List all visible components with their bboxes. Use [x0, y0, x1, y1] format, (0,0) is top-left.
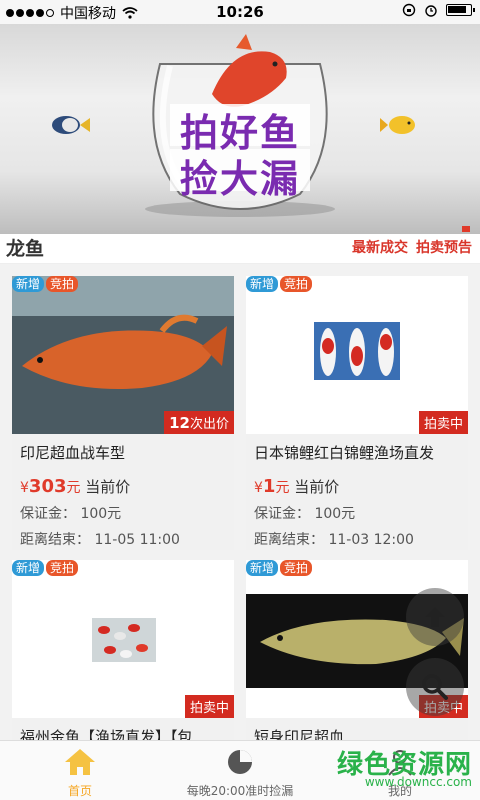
product-image: 新增 竞拍 12次出价: [12, 276, 234, 434]
tag-auction: 竞拍: [280, 276, 313, 292]
product-card[interactable]: 新增 竞拍 拍卖中 日本锦鲤红白锦鲤渔场直发 ¥1元 当前价 保证金： 100元…: [246, 276, 468, 550]
auction-preview-link[interactable]: 拍卖预告: [416, 237, 472, 257]
deposit-row: 保证金： 100元: [254, 506, 356, 522]
tag-auction: 竞拍: [280, 560, 313, 576]
tag-auction: 竞拍: [46, 560, 79, 576]
scroll-top-button[interactable]: [406, 588, 464, 646]
bid-count-badge: 12次出价: [164, 411, 234, 434]
product-card[interactable]: 新增 竞拍 拍卖中 福州金鱼【渔场直发】【包: [12, 560, 234, 800]
nav-label-home: 首页: [67, 784, 92, 798]
nav-label-nightly: 每晚20:00准时捡漏: [186, 784, 294, 798]
status-bar: 中国移动 10:26: [0, 0, 480, 24]
promo-banner[interactable]: 拍好鱼 捡大漏: [0, 24, 480, 234]
price-row: ¥303元 当前价: [20, 476, 131, 497]
end-time-row: 距离结束： 11-03 12:00: [254, 532, 414, 548]
current-price: 303: [28, 476, 67, 497]
product-image: 新增 竞拍 拍卖中: [12, 560, 234, 718]
tag-new: 新增: [246, 276, 279, 292]
alarm-icon: [425, 5, 437, 17]
watermark: 绿色资源网 www.downcc.com: [336, 750, 472, 789]
deposit-row: 保证金： 100元: [20, 506, 122, 522]
home-icon: [65, 749, 95, 775]
rotation-lock-icon: [402, 3, 416, 17]
status-badge: 拍卖中: [418, 411, 468, 434]
tag-new: 新增: [12, 276, 45, 292]
section-title: 龙鱼: [6, 238, 45, 260]
price-row: ¥1元 当前价: [254, 476, 340, 497]
end-time-row: 距离结束： 11-05 11:00: [20, 532, 180, 548]
nav-item-home[interactable]: 首页: [0, 741, 160, 800]
tag-auction: 竞拍: [46, 276, 79, 292]
tag-new: 新增: [12, 560, 45, 576]
tag-new: 新增: [246, 560, 279, 576]
banner-headline-2: 捡大漏: [179, 157, 300, 201]
product-image: 新增 竞拍 拍卖中: [246, 276, 468, 434]
arrow-up-icon: [425, 607, 445, 627]
status-badge: 拍卖中: [184, 695, 234, 718]
battery-icon: [446, 4, 475, 16]
latest-deals-link[interactable]: 最新成交: [352, 237, 408, 257]
product-name: 印尼超血战车型: [20, 444, 126, 462]
nav-item-nightly[interactable]: 每晚20:00准时捡漏: [160, 741, 320, 800]
search-button[interactable]: [406, 658, 464, 716]
current-price: 1: [262, 476, 276, 497]
search-icon: [422, 674, 448, 700]
banner-page-indicator[interactable]: [462, 226, 470, 232]
pie-chart-icon: [228, 750, 252, 774]
product-card[interactable]: 新增 竞拍 12次出价 印尼超血战车型 ¥303元 当前价 保证金： 100元 …: [12, 276, 234, 550]
section-header: 龙鱼 最新成交 拍卖预告: [0, 234, 480, 264]
product-name: 日本锦鲤红白锦鲤渔场直发: [254, 444, 435, 462]
